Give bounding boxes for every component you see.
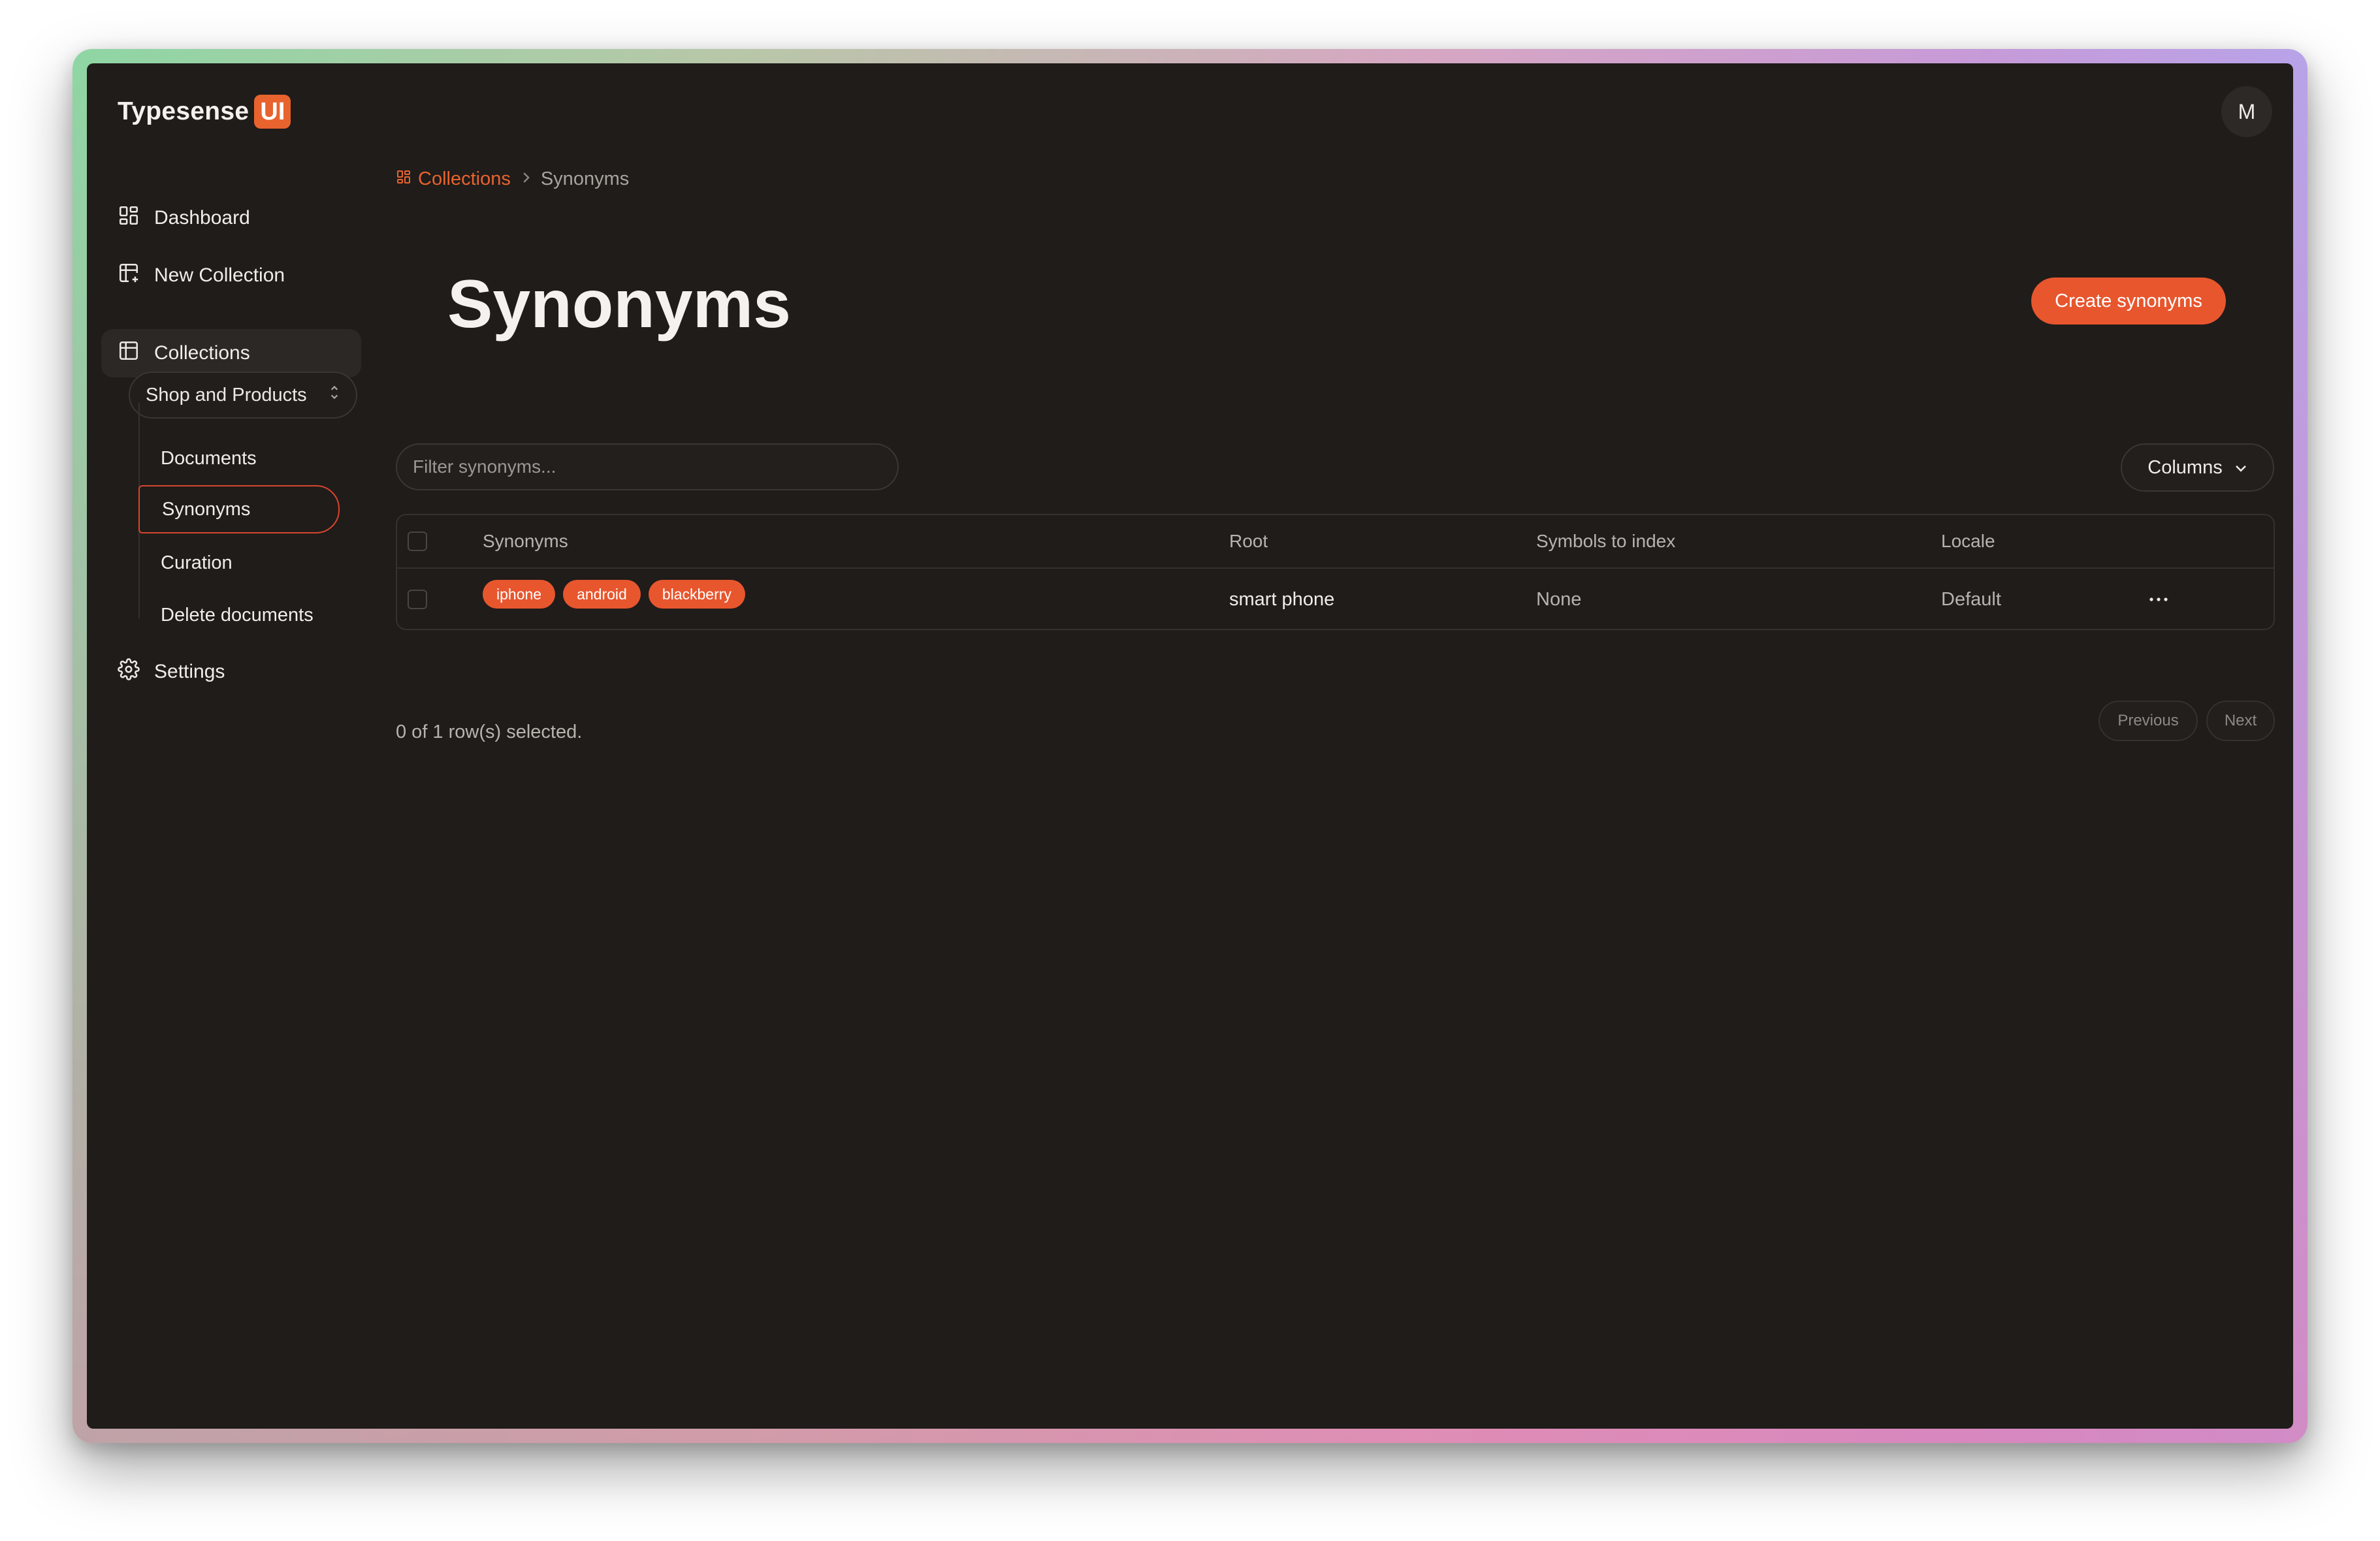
collection-select[interactable]: Shop and Products <box>129 372 357 419</box>
sidebar-item-collections[interactable]: Collections <box>118 330 250 376</box>
collection-select-value: Shop and Products <box>146 384 307 405</box>
breadcrumb: Collections Synonyms <box>396 168 629 190</box>
synonym-chip: android <box>563 580 641 609</box>
sidebar-item-label: Collections <box>154 342 250 364</box>
table-plus-icon <box>118 262 140 289</box>
locale-cell: Default <box>1941 588 2001 610</box>
dashboard-icon <box>396 168 411 190</box>
sidebar-item-label: New Collection <box>154 264 285 286</box>
breadcrumb-parent-label: Collections <box>418 168 511 189</box>
row-checkbox[interactable] <box>408 590 427 609</box>
columns-button[interactable]: Columns <box>2121 443 2274 492</box>
logo-badge: UI <box>254 95 291 129</box>
synonym-chip: blackberry <box>648 580 745 609</box>
chevron-down-icon <box>2234 457 2247 479</box>
next-button[interactable]: Next <box>2206 701 2275 741</box>
table-row[interactable]: iphone android blackberry smart phone No… <box>397 569 2274 629</box>
sidebar-item-new-collection[interactable]: New Collection <box>118 253 285 298</box>
synonyms-table: Synonyms Root Symbols to index Locale ip… <box>396 514 2275 630</box>
filter-input[interactable] <box>396 443 899 490</box>
window-frame: Typesense UI M Dashboard New Collection … <box>72 49 2308 1443</box>
sub-item-curation[interactable]: Curation <box>138 539 340 587</box>
columns-label: Columns <box>2147 456 2223 478</box>
dashboard-icon <box>118 204 140 232</box>
column-header-locale[interactable]: Locale <box>1941 515 1995 567</box>
column-header-symbols[interactable]: Symbols to index <box>1536 515 1675 567</box>
app-window: Typesense UI M Dashboard New Collection … <box>87 63 2293 1429</box>
symbols-cell: None <box>1536 588 1582 610</box>
sidebar-item-dashboard[interactable]: Dashboard <box>118 195 250 241</box>
sub-item-documents[interactable]: Documents <box>138 434 340 483</box>
logo[interactable]: Typesense UI <box>118 95 291 129</box>
breadcrumb-current: Synonyms <box>540 168 630 189</box>
sub-item-synonyms[interactable]: Synonyms <box>138 485 340 533</box>
select-all-checkbox[interactable] <box>408 532 427 551</box>
page-title: Synonyms <box>447 266 791 342</box>
selection-status: 0 of 1 row(s) selected. <box>396 722 583 742</box>
sub-item-delete-documents[interactable]: Delete documents <box>138 591 340 639</box>
previous-button[interactable]: Previous <box>2099 701 2198 741</box>
avatar[interactable]: M <box>2221 86 2272 137</box>
more-actions-icon[interactable] <box>2149 569 2168 629</box>
sidebar-item-settings[interactable]: Settings <box>118 649 225 695</box>
logo-text: Typesense <box>118 97 249 125</box>
breadcrumb-collections[interactable]: Collections <box>396 168 511 190</box>
synonyms-cell: iphone android blackberry <box>483 564 753 625</box>
chevron-right-icon <box>520 168 532 190</box>
column-header-synonyms[interactable]: Synonyms <box>483 515 568 567</box>
synonym-chip: iphone <box>483 580 556 609</box>
table-header: Synonyms Root Symbols to index Locale <box>397 515 2274 569</box>
sidebar-item-label: Settings <box>154 661 225 682</box>
chevron-up-down-icon <box>329 384 340 406</box>
table-icon <box>118 340 140 367</box>
gear-icon <box>118 658 140 686</box>
column-header-root[interactable]: Root <box>1229 515 1268 567</box>
root-cell: smart phone <box>1229 588 1335 610</box>
sidebar-item-label: Dashboard <box>154 207 250 229</box>
create-synonyms-button[interactable]: Create synonyms <box>2031 278 2226 325</box>
